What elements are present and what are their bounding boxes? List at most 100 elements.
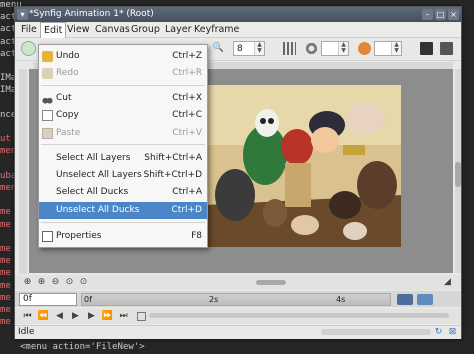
terminal-line: me xyxy=(0,292,11,303)
menu-item-unselect-all-layers[interactable]: Unselect All Layers Shift+Ctrl+D xyxy=(39,167,207,184)
menu-item-accelerator: Ctrl+Z xyxy=(172,51,202,61)
menu-group[interactable]: Group xyxy=(128,22,163,37)
menu-item-accelerator: Ctrl+X xyxy=(172,93,202,103)
stop-icon[interactable]: ⊠ xyxy=(447,326,458,338)
terminal-line: me xyxy=(0,207,11,218)
preview-icon[interactable] xyxy=(440,42,453,55)
menu-separator xyxy=(41,85,205,86)
menu-item-accelerator: Shift+Ctrl+D xyxy=(143,170,202,180)
onion-future-spinner[interactable]: ▲ ▼ xyxy=(374,41,402,56)
menu-item-paste[interactable]: Paste Ctrl+V xyxy=(39,125,207,142)
window-menu-icon[interactable]: ▾ xyxy=(17,9,28,20)
zoom-in-icon[interactable]: ⊕ xyxy=(35,276,48,289)
menu-item-label: Unselect All Layers xyxy=(56,170,142,180)
zoom-reset-icon[interactable]: ⊙ xyxy=(63,276,76,289)
menu-item-select-all-layers[interactable]: Select All Layers Shift+Ctrl+A xyxy=(39,150,207,167)
resize-handle-icon[interactable]: ◢ xyxy=(441,276,454,289)
prev-frame-icon[interactable]: ◀ xyxy=(53,310,66,323)
keyframe-lock-icon[interactable] xyxy=(397,294,413,305)
zoom-icon[interactable]: 🔍 xyxy=(212,42,225,55)
menu-item-cut[interactable]: Cut Ctrl+X xyxy=(39,90,207,107)
time-slider[interactable]: 0f 2s 4s xyxy=(81,293,391,306)
menu-item-label: Select All Ducks xyxy=(56,187,129,197)
menu-item-unselect-all-ducks[interactable]: Unselect All Ducks Ctrl+D xyxy=(39,202,207,219)
preview-range-slider[interactable] xyxy=(149,313,449,318)
next-frame-icon[interactable]: ▶ xyxy=(85,310,98,323)
animate-mode-icon[interactable] xyxy=(21,41,36,56)
menu-item-copy[interactable]: Copy Ctrl+C xyxy=(39,107,207,124)
menu-canvas[interactable]: Canvas xyxy=(92,22,133,37)
redo-icon xyxy=(42,68,53,79)
zoom-fit-icon[interactable]: ⊕ xyxy=(21,276,34,289)
menu-item-redo[interactable]: Redo Ctrl+R xyxy=(39,65,207,82)
terminal-line: me xyxy=(0,219,11,230)
menu-separator xyxy=(41,144,205,145)
menu-item-label: Undo xyxy=(56,51,80,61)
spinner-arrows-icon[interactable]: ▲ ▼ xyxy=(391,42,401,55)
menu-edit[interactable]: Edit xyxy=(40,22,67,38)
menu-item-label: Unselect All Ducks xyxy=(56,205,140,215)
onion-skin-icon[interactable] xyxy=(305,42,318,55)
seek-begin-icon[interactable]: ⏮ xyxy=(21,310,34,323)
terminal-line: me xyxy=(0,256,11,267)
menu-file[interactable]: File xyxy=(18,22,40,37)
onion-past-spinner[interactable]: ▲ ▼ xyxy=(321,41,349,56)
edit-menu: Undo Ctrl+Z Redo Ctrl+R Cut Ctrl+X Copy Ctrl+C P… xyxy=(38,44,208,248)
zoom-bar: ⊕ ⊕ ⊖ ⊙ ⊙ ◢ xyxy=(15,275,461,290)
menu-item-label: Select All Layers xyxy=(56,153,131,163)
render-icon[interactable] xyxy=(358,42,371,55)
menu-item-properties[interactable]: Properties F8 xyxy=(39,228,207,245)
current-frame-value: 0f xyxy=(23,294,32,304)
refresh-icon[interactable]: ↻ xyxy=(433,326,444,338)
undo-icon xyxy=(42,51,53,62)
current-frame-field[interactable]: 0f xyxy=(19,293,77,306)
horizontal-scroll-thumb[interactable] xyxy=(256,280,286,285)
minimize-icon[interactable]: – xyxy=(422,9,433,20)
zoom-all-icon[interactable]: ⊙ xyxy=(77,276,90,289)
menu-item-accelerator: Ctrl+A xyxy=(172,187,202,197)
spinner-arrows-icon[interactable]: ▲ ▼ xyxy=(254,42,264,55)
progress-bar xyxy=(321,329,431,335)
menu-item-label: Copy xyxy=(56,110,79,120)
menu-item-accelerator: Ctrl+V xyxy=(172,128,202,138)
menu-keyframe[interactable]: Keyframe xyxy=(191,22,242,37)
menu-view[interactable]: View xyxy=(64,22,93,37)
menu-item-undo[interactable]: Undo Ctrl+Z xyxy=(39,48,207,65)
terminal-line: ut xyxy=(0,134,11,145)
terminal-line: me xyxy=(0,305,11,315)
menu-item-accelerator: Ctrl+R xyxy=(172,68,202,78)
onion-toggle-icon[interactable] xyxy=(417,294,433,305)
properties-icon xyxy=(42,231,53,242)
close-icon[interactable]: × xyxy=(448,9,459,20)
grid-icon[interactable] xyxy=(283,42,296,55)
menu-item-accelerator: Ctrl+C xyxy=(172,110,202,120)
status-text: Idle xyxy=(18,327,35,337)
terminal-line: me xyxy=(0,280,11,291)
left-ruler xyxy=(19,69,27,274)
prev-keyframe-icon[interactable]: ⏪ xyxy=(37,310,50,323)
canvas-artwork xyxy=(205,85,401,247)
next-keyframe-icon[interactable]: ⏩ xyxy=(101,310,114,323)
transport-controls: ⏮ ⏪ ◀ ▶ ▶ ⏩ ⏭ xyxy=(15,309,461,324)
menu-layer[interactable]: Layer xyxy=(162,22,195,37)
menu-item-select-all-ducks[interactable]: Select All Ducks Ctrl+A xyxy=(39,184,207,201)
menu-bar: File Edit View Canvas Group Layer Keyframe xyxy=(15,22,461,38)
vertical-scroll-thumb[interactable] xyxy=(455,162,461,187)
time-mark-4s: 4s xyxy=(336,295,346,304)
bound-checkbox[interactable] xyxy=(137,312,146,321)
seek-end-icon[interactable]: ⏭ xyxy=(117,310,130,323)
menu-item-accelerator: F8 xyxy=(191,231,202,241)
menu-item-label: Redo xyxy=(56,68,79,78)
frame-spinner[interactable]: 8 ▲ ▼ xyxy=(233,41,265,56)
title-bar[interactable]: *Synfig Animation 1* (Root) ▾ – □ × xyxy=(15,7,461,22)
play-icon[interactable]: ▶ xyxy=(69,310,82,323)
zoom-out-icon[interactable]: ⊖ xyxy=(49,276,62,289)
frame-spinner-value: 8 xyxy=(237,44,243,54)
menu-item-accelerator: Ctrl+D xyxy=(171,205,203,215)
clapboard-icon[interactable] xyxy=(420,42,433,55)
terminal-line: me xyxy=(0,317,11,328)
status-bar: Idle ↻ ⊠ xyxy=(15,325,461,339)
maximize-icon[interactable]: □ xyxy=(435,9,446,20)
cut-icon xyxy=(42,93,53,104)
spinner-arrows-icon[interactable]: ▲ ▼ xyxy=(338,42,348,55)
